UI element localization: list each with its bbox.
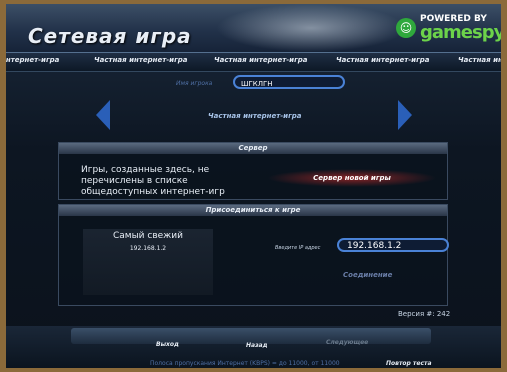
exit-button[interactable]: Выход [156,341,179,348]
new-server-button[interactable]: Сервер новой игры [267,169,437,187]
tab-internet-game[interactable]: Интернет-игра [6,56,59,64]
header: Сетевая игра ☺ POWERED BY gamespy [6,4,501,52]
tab-private-internet-game-2[interactable]: Частная интернет-игра [214,56,307,64]
server-panel: Сервер Игры, созданные здесь, не перечис… [58,142,448,200]
player-name-label: Имя игрока [176,80,213,87]
gamespy-logo-icon: ☺ [396,18,416,38]
gamespy-logo: ☺ POWERED BY gamespy [394,12,501,44]
freshest-server-box[interactable]: Самый свежий 192.168.1.2 [83,229,213,295]
connect-button[interactable]: Соединение [343,271,392,279]
join-panel-title: Присоединиться к игре [59,205,447,216]
arrow-left-icon[interactable] [96,100,110,130]
server-description: Игры, созданные здесь, не перечислены в … [81,165,225,197]
next-button[interactable]: Следующее [326,339,368,346]
tab-private-internet-game-4[interactable]: Частная инт [458,56,501,64]
ip-address-input[interactable]: 192.168.1.2 [337,238,449,252]
ip-address-label: Введите IP адрес [275,245,321,251]
player-name-input[interactable]: ШГКЛГН [233,75,345,89]
tab-private-internet-game[interactable]: Частная интернет-игра [94,56,187,64]
back-button[interactable]: Назад [246,342,267,349]
page-title: Сетевая игра [28,24,192,48]
bandwidth-status: Полоса пропускания Интернет (KBPS) = до … [150,360,340,367]
game-mode-label: Частная интернет-игра [208,112,302,120]
retest-button[interactable]: Повтор теста [386,360,432,367]
tab-private-internet-game-3[interactable]: Частная интернет-игра [336,56,429,64]
server-panel-title: Сервер [59,143,447,154]
header-glow [216,4,406,52]
window-frame: Сетевая игра ☺ POWERED BY gamespy Интерн… [0,0,507,372]
gamespy-name: gamespy [420,22,501,43]
join-panel: Присоединиться к игре Самый свежий 192.1… [58,204,449,306]
version-label: Версия #: 242 [398,310,451,318]
game-screen: Сетевая игра ☺ POWERED BY gamespy Интерн… [6,4,501,368]
freshest-ip: 192.168.1.2 [129,245,167,252]
mode-tabbar: Интернет-игра Частная интернет-игра Част… [6,52,501,72]
freshest-label: Самый свежий [112,231,183,241]
arrow-right-icon[interactable] [398,100,412,130]
